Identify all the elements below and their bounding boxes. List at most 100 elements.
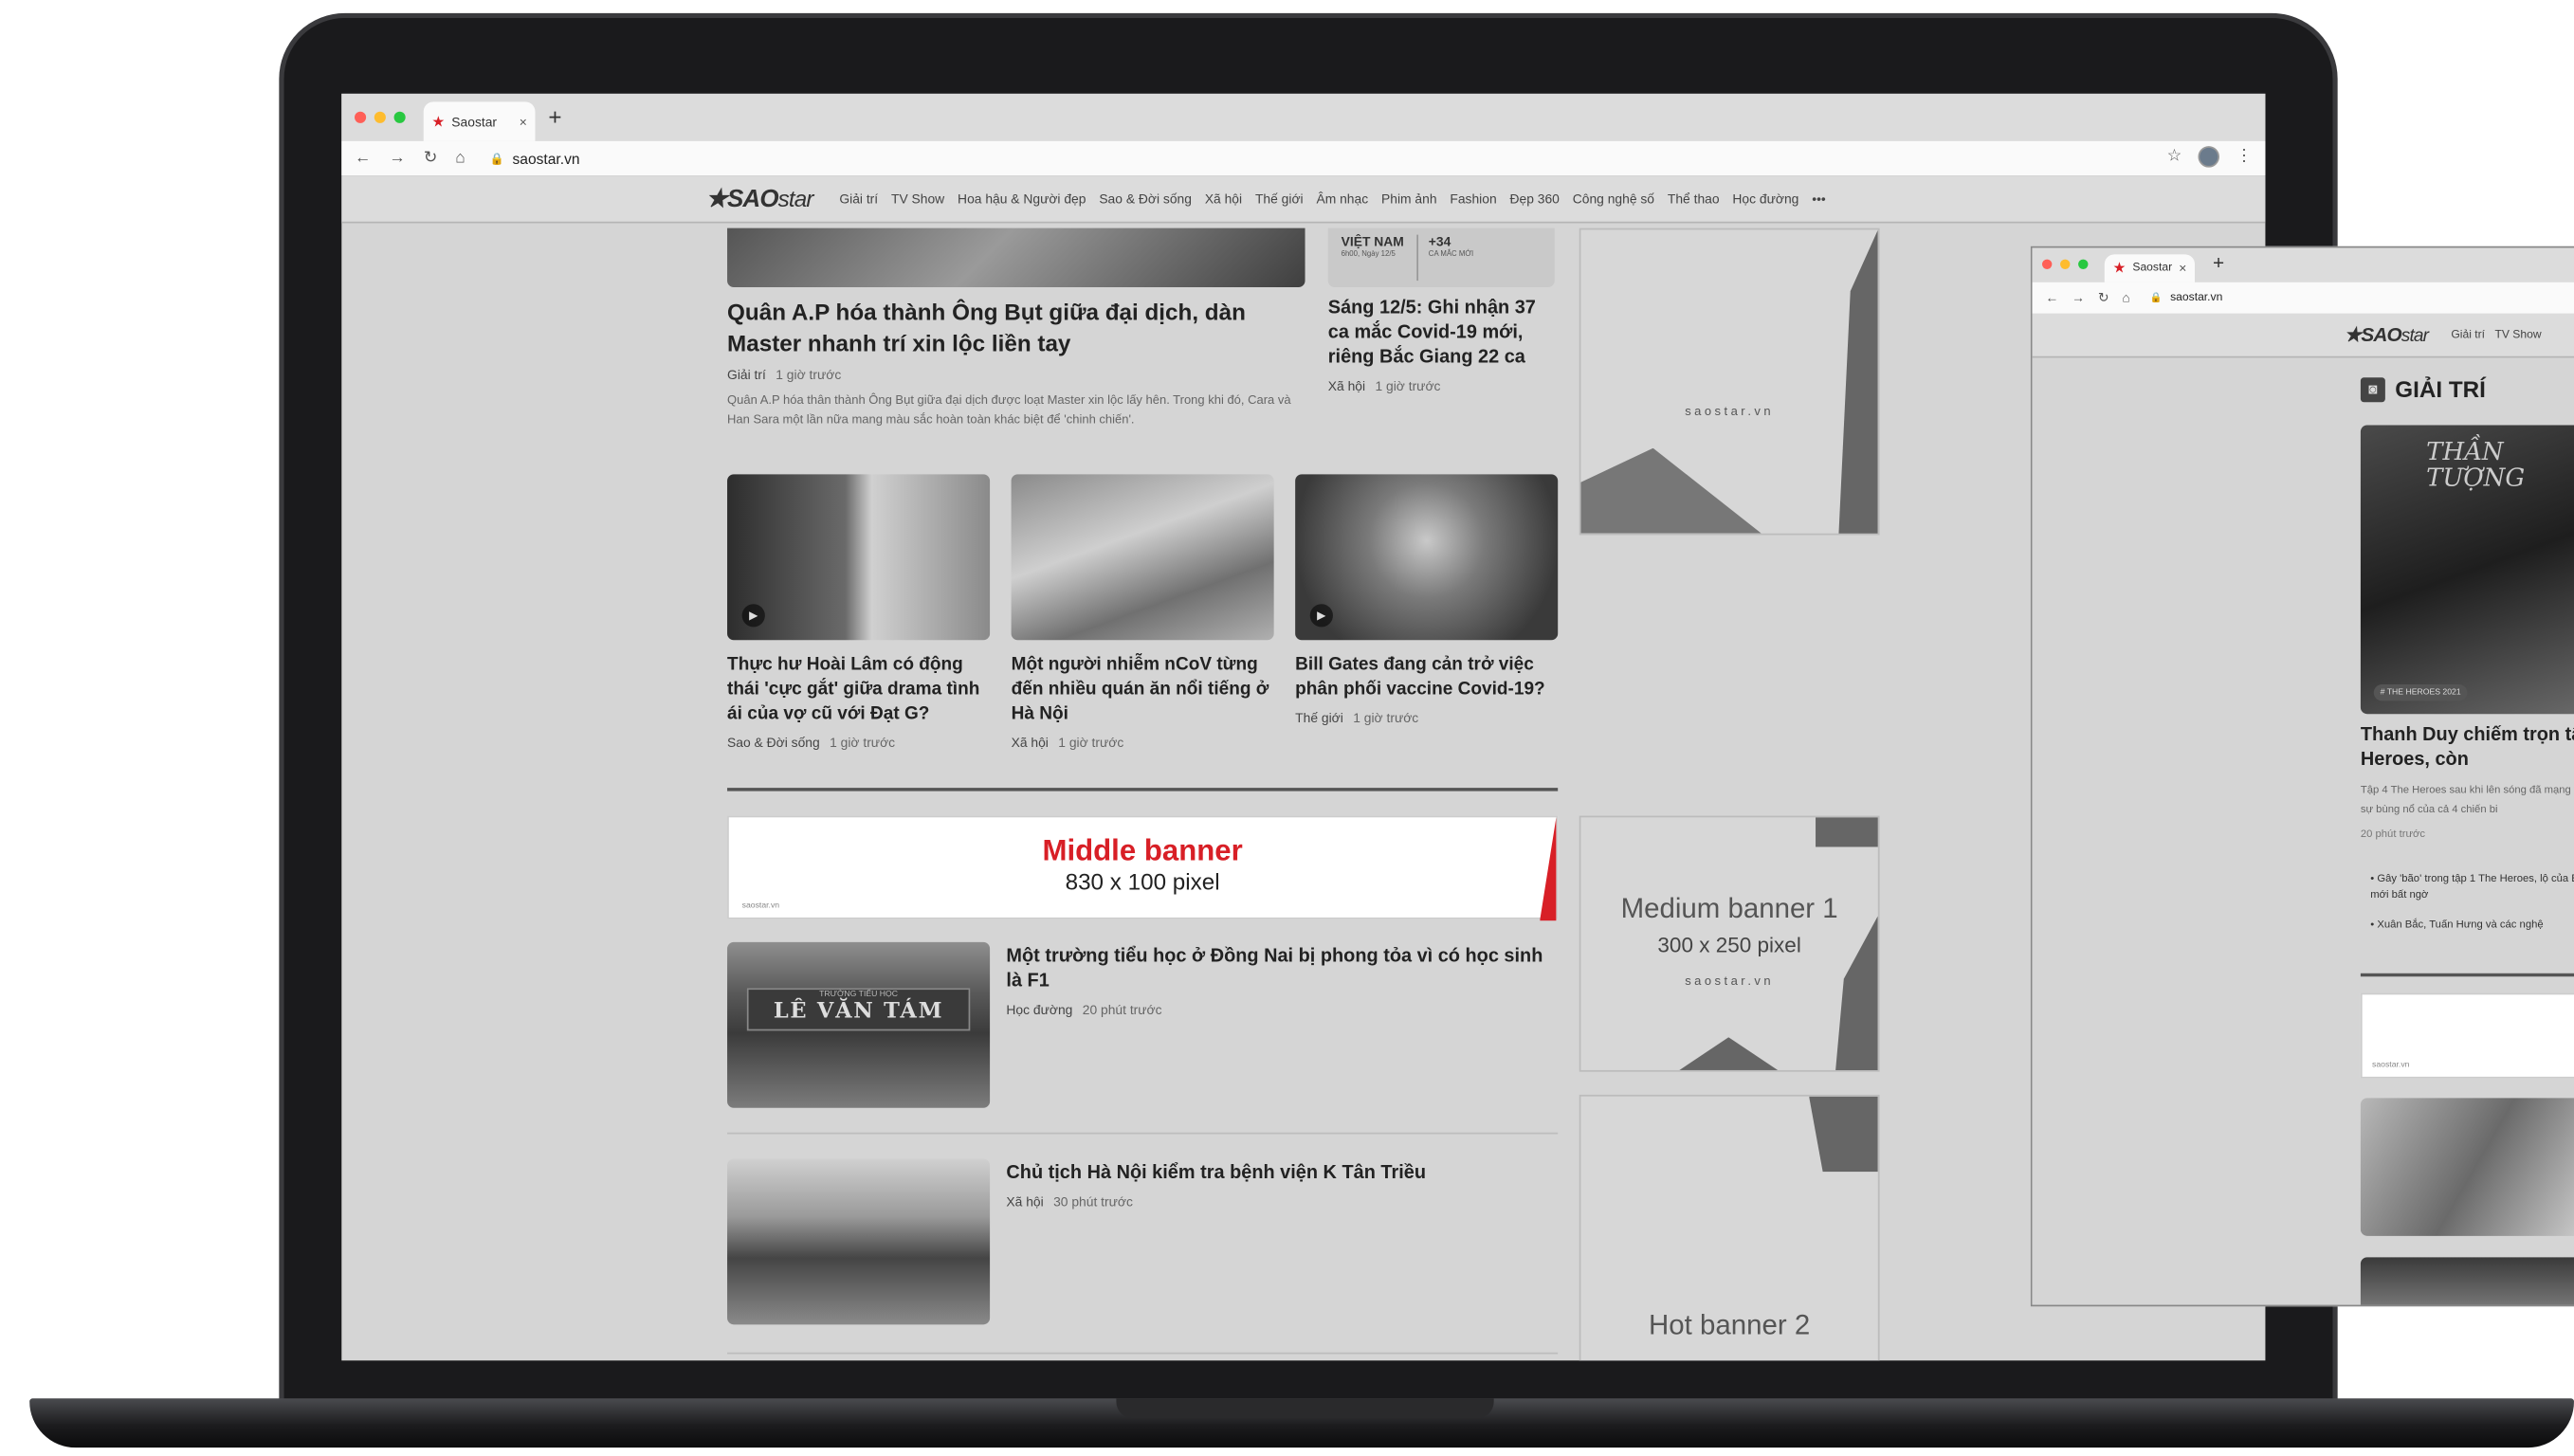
home-icon[interactable]: ⌂ bbox=[2122, 290, 2129, 305]
home-icon[interactable]: ⌂ bbox=[455, 150, 465, 168]
profile-avatar[interactable] bbox=[2198, 146, 2219, 168]
nav-more-icon[interactable]: ••• bbox=[1812, 191, 1826, 207]
grid-article[interactable]: ▶ Thực hư Hoài Lâm có động thái 'cực gắt… bbox=[727, 474, 991, 751]
tab-title: Saostar bbox=[2132, 263, 2173, 275]
list-article[interactable]: TRƯỜNG TIỂU HỌC LÊ VĂN TÁM Một trường ti… bbox=[727, 941, 1558, 1111]
maximize-window-button[interactable] bbox=[393, 111, 406, 123]
url-field[interactable]: 🔒 saostar.vn bbox=[490, 150, 580, 166]
grid-article-title[interactable]: Bill Gates đang cản trở việc phân phối v… bbox=[1295, 653, 1558, 702]
article-category[interactable]: Xã hội bbox=[1006, 1195, 1043, 1210]
grid-article-title[interactable]: Thực hư Hoài Lâm có động thái 'cực gắt' … bbox=[727, 653, 990, 727]
middle-banner[interactable]: Middle banner 830 x 100 pixel saostar.vn bbox=[727, 815, 1559, 921]
banner-decor-shape bbox=[1838, 229, 1878, 534]
related-item[interactable]: • Xuân Bắc, Tuấn Hưng và các nghệ bbox=[2370, 918, 2574, 934]
grid-article[interactable]: Một người nhiễm nCoV từng đến nhiều quán… bbox=[1011, 474, 1274, 751]
article-category[interactable]: Thế giới bbox=[1295, 711, 1343, 726]
nav-item-fashion[interactable]: Fashion bbox=[1450, 191, 1496, 207]
side-article-title[interactable]: Sáng 12/5: Ghi nhận 37 ca mắc Covid-19 m… bbox=[1328, 297, 1555, 371]
tab-close-icon[interactable]: × bbox=[2179, 261, 2186, 276]
minimize-window-button[interactable] bbox=[374, 111, 386, 123]
section-heading[interactable]: ◙ GIẢI TRÍ bbox=[2360, 376, 2486, 402]
nav-item-cong-nghe-so[interactable]: Công nghệ số bbox=[1573, 191, 1654, 207]
article-category[interactable]: Sao & Đời sống bbox=[727, 736, 820, 751]
forward-icon[interactable]: → bbox=[389, 150, 405, 168]
nav-item-the-thao[interactable]: Thể thao bbox=[1668, 191, 1720, 207]
tab-close-icon[interactable]: × bbox=[520, 114, 527, 129]
related-item-text: Xuân Bắc, Tuấn Hưng và các nghệ bbox=[2377, 919, 2544, 931]
grid-article-image[interactable]: ▶ bbox=[727, 474, 991, 641]
nav-item-giai-tri[interactable]: Giải trí bbox=[839, 191, 878, 207]
covid-date: 6h00, Ngày 12/5 bbox=[1341, 249, 1396, 258]
nav-item-dep-360[interactable]: Đẹp 360 bbox=[1510, 191, 1560, 207]
tab-title: Saostar bbox=[451, 114, 498, 129]
featured-image[interactable]: THẦN TƯỢNG # THE HEROES 2021 bbox=[2360, 425, 2574, 715]
lock-icon: 🔒 bbox=[2149, 293, 2163, 304]
hot-banner[interactable]: Hot banner 2 bbox=[1579, 1094, 1880, 1361]
logo-text: SAO bbox=[2361, 323, 2401, 347]
mobile-banner[interactable]: saostar.vn bbox=[2360, 992, 2574, 1079]
url-field[interactable]: 🔒 saostar.vn bbox=[2149, 292, 2222, 303]
hot-banner-title: Hot banner 2 bbox=[1649, 1309, 1811, 1341]
featured-article[interactable]: Thanh Duy chiếm trọn tập 4 The Heroes, c… bbox=[2361, 724, 2574, 840]
nav-item-sao-doi-song[interactable]: Sao & Đời sống bbox=[1099, 191, 1192, 207]
nav-item-tv-show[interactable]: TV Show bbox=[2494, 329, 2541, 340]
grid-article-image[interactable]: ▶ bbox=[1295, 474, 1559, 641]
nav-item-hoc-duong[interactable]: Học đường bbox=[1732, 191, 1798, 207]
nav-item-hoa-hau[interactable]: Hoa hậu & Người đẹp bbox=[958, 191, 1086, 207]
top-article-title[interactable]: Quân A.P hóa thành Ông Bụt giữa đại dịch… bbox=[727, 297, 1286, 359]
browser-tab[interactable]: ★ Saostar × bbox=[423, 101, 536, 141]
covid-stats-box[interactable]: VIỆT NAM 6h00, Ngày 12/5 +34 CA MẮC MỚI bbox=[1327, 228, 1555, 288]
side-article[interactable]: Sáng 12/5: Ghi nhận 37 ca mắc Covid-19 m… bbox=[1328, 297, 1555, 393]
maximize-window-button[interactable] bbox=[2078, 259, 2089, 269]
featured-badge: # THE HEROES 2021 bbox=[2373, 684, 2468, 701]
browser-menu-icon[interactable]: ⋮ bbox=[2236, 148, 2252, 166]
nav-item-giai-tri[interactable]: Giải trí bbox=[2451, 329, 2485, 340]
site-navbar: ★SAOstar Giải trí TV Show Hoa hậu & Ngườ… bbox=[341, 175, 2266, 224]
list-article-image[interactable] bbox=[727, 1158, 991, 1325]
grid-article[interactable]: ▶ Bill Gates đang cản trở việc phân phối… bbox=[1295, 474, 1559, 750]
featured-title[interactable]: Thanh Duy chiếm trọn tập 4 The Heroes, c… bbox=[2361, 724, 2574, 774]
logo-subtext: star bbox=[777, 185, 814, 212]
nav-item-xa-hoi[interactable]: Xã hội bbox=[1205, 191, 1242, 207]
new-tab-button[interactable]: + bbox=[2213, 251, 2224, 274]
nav-item-phim-anh[interactable]: Phim ảnh bbox=[1381, 191, 1437, 207]
browser-tab[interactable]: ★ Saostar × bbox=[2104, 254, 2196, 282]
nav-item-tv-show[interactable]: TV Show bbox=[891, 191, 944, 207]
list-article-title[interactable]: Một trường tiểu học ở Đồng Nai bị phong … bbox=[1006, 945, 1558, 994]
close-window-button[interactable] bbox=[355, 111, 367, 123]
list-article-title[interactable]: Chủ tịch Hà Nội kiểm tra bệnh viện K Tân… bbox=[1006, 1162, 1558, 1187]
list-article-image[interactable] bbox=[2360, 1098, 2574, 1236]
back-icon[interactable]: ← bbox=[2045, 290, 2058, 305]
grid-article-image[interactable] bbox=[1011, 474, 1274, 641]
article-category[interactable]: Giải trí bbox=[727, 368, 766, 383]
list-article-image[interactable]: TRƯỜNG TIỂU HỌC LÊ VĂN TÁM bbox=[727, 941, 991, 1108]
article-category[interactable]: Xã hội bbox=[1328, 379, 1365, 394]
saostar-favicon-icon: ★ bbox=[431, 112, 446, 129]
side-banner-top[interactable]: saostar.vn bbox=[1579, 228, 1880, 536]
reload-icon[interactable]: ↻ bbox=[424, 150, 438, 168]
bookmark-star-icon[interactable]: ☆ bbox=[2167, 148, 2182, 166]
grid-article-title[interactable]: Một người nhiễm nCoV từng đến nhiều quán… bbox=[1012, 653, 1274, 727]
nav-item-the-gioi[interactable]: Thế giới bbox=[1255, 191, 1304, 207]
related-item-text: Gây 'bão' trong tập 1 The Heroes, lộ của… bbox=[2370, 873, 2574, 901]
top-article-image[interactable] bbox=[727, 228, 1305, 288]
list-article[interactable]: Chủ tịch Hà Nội kiểm tra bệnh viện K Tân… bbox=[727, 1158, 1558, 1327]
forward-icon[interactable]: → bbox=[2072, 290, 2085, 305]
nav-item-am-nhac[interactable]: Âm nhạc bbox=[1316, 191, 1368, 207]
related-item[interactable]: • Gây 'bão' trong tập 1 The Heroes, lộ c… bbox=[2370, 871, 2574, 904]
back-icon[interactable]: ← bbox=[355, 150, 371, 168]
new-tab-button[interactable]: + bbox=[548, 103, 561, 130]
article-category[interactable]: Học đường bbox=[1006, 1003, 1072, 1018]
lock-icon: 🔒 bbox=[489, 153, 504, 166]
close-window-button[interactable] bbox=[2041, 259, 2053, 269]
saostar-logo[interactable]: ★SAOstar bbox=[706, 184, 814, 213]
top-article[interactable]: Quân A.P hóa thành Ông Bụt giữa đại dịch… bbox=[727, 297, 1291, 429]
medium-banner[interactable]: Medium banner 1 300 x 250 pixel saostar.… bbox=[1579, 815, 1880, 1072]
article-time: 1 giờ trước bbox=[776, 367, 842, 383]
article-time: 20 phút trước bbox=[1082, 1002, 1162, 1018]
saostar-logo[interactable]: ★SAOstar bbox=[2345, 323, 2429, 346]
reload-icon[interactable]: ↻ bbox=[2098, 290, 2109, 305]
minimize-window-button[interactable] bbox=[2060, 259, 2071, 269]
list-article-image[interactable] bbox=[2360, 1257, 2574, 1305]
article-category[interactable]: Xã hội bbox=[1012, 736, 1049, 751]
